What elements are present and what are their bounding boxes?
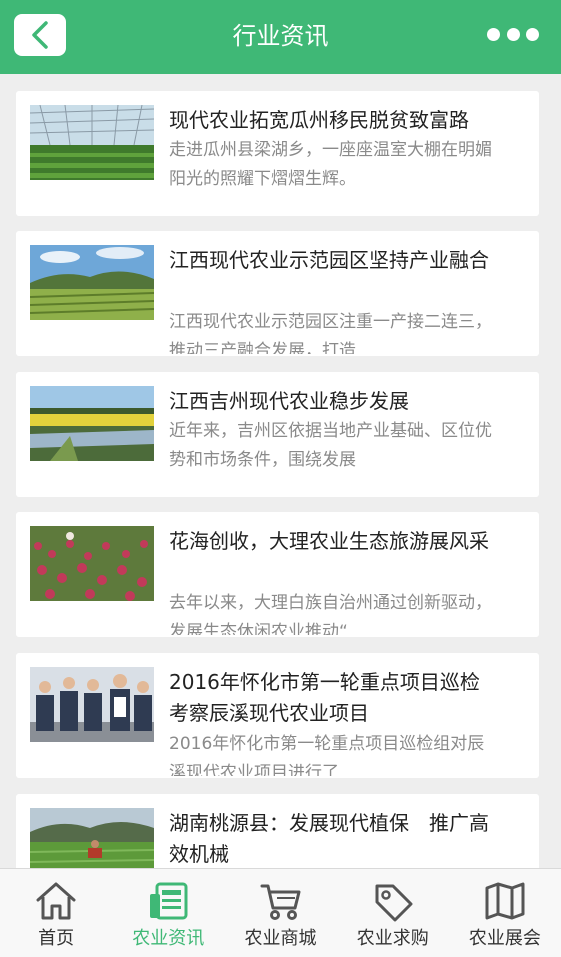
article-card[interactable]: 湖南桃源县：发展现代植保 推广高效机械: [16, 794, 539, 868]
news-icon: [145, 879, 191, 923]
header-bar: 行业资讯: [0, 0, 561, 74]
article-thumbnail: [30, 667, 154, 742]
tag-icon: [370, 879, 416, 923]
article-card[interactable]: 2016年怀化市第一轮重点项目巡检考察辰溪现代农业项目 2016年怀化市第一轮重…: [16, 653, 539, 778]
article-title: 2016年怀化市第一轮重点项目巡检考察辰溪现代农业项目: [169, 670, 480, 725]
article-title: 江西现代农业示范园区坚持产业融合: [169, 248, 489, 272]
article-title: 花海创收，大理农业生态旅游展风采: [169, 529, 489, 553]
article-thumbnail: [30, 386, 154, 461]
home-icon: [33, 879, 79, 923]
article-title: 现代农业拓宽瓜州移民脱贫致富路: [169, 108, 469, 132]
tab-news[interactable]: 农业资讯: [112, 869, 224, 957]
article-thumbnail: [30, 245, 154, 320]
article-summary: 近年来，吉州区依据当地产业基础、区位优势和市场条件，围绕发展: [169, 421, 492, 470]
article-card[interactable]: 花海创收，大理农业生态旅游展风采 去年以来，大理白族自治州通过创新驱动，发展生态…: [16, 512, 539, 637]
more-button[interactable]: [487, 24, 539, 44]
page-title: 行业资讯: [232, 22, 329, 50]
article-summary: 去年以来，大理白族自治州通过创新驱动，发展生态休闲农业推动“: [169, 593, 492, 635]
article-summary: 走进瓜州县梁湖乡，一座座温室大棚在明媚阳光的照耀下熠熠生辉。: [169, 140, 492, 189]
tab-purchase[interactable]: 农业求购: [337, 869, 449, 957]
article-title: 江西吉州现代农业稳步发展: [169, 389, 409, 413]
article-summary: 江西现代农业示范园区注重一产接二连三，推动三产融合发展，打造: [169, 312, 492, 354]
cart-icon: [258, 879, 304, 923]
tab-label: 农业资讯: [132, 928, 205, 949]
tab-label: 农业展会: [468, 928, 541, 949]
article-thumbnail: [30, 526, 154, 601]
article-card[interactable]: 江西现代农业示范园区坚持产业融合 江西现代农业示范园区注重一产接二连三，推动三产…: [16, 231, 539, 356]
tab-label: 首页: [38, 928, 75, 949]
tab-label: 农业商城: [244, 928, 317, 949]
tab-label: 农业求购: [356, 928, 429, 949]
article-thumbnail: [30, 105, 154, 180]
tab-mall[interactable]: 农业商城: [224, 869, 336, 957]
tab-expo[interactable]: 农业展会: [449, 869, 561, 957]
article-card[interactable]: 现代农业拓宽瓜州移民脱贫致富路 走进瓜州县梁湖乡，一座座温室大棚在明媚阳光的照耀…: [16, 91, 539, 216]
tab-home[interactable]: 首页: [0, 869, 112, 957]
map-icon: [482, 879, 528, 923]
article-thumbnail: [30, 808, 154, 868]
article-title: 湖南桃源县：发展现代植保 推广高效机械: [169, 811, 489, 866]
article-list[interactable]: 现代农业拓宽瓜州移民脱贫致富路 走进瓜州县梁湖乡，一座座温室大棚在明媚阳光的照耀…: [0, 74, 561, 868]
article-card[interactable]: 江西吉州现代农业稳步发展 近年来，吉州区依据当地产业基础、区位优势和市场条件，围…: [16, 372, 539, 497]
more-dots-icon: [487, 27, 500, 41]
bottom-tab-bar: 首页 农业资讯 农业商城 农业求购 农业展会: [0, 868, 561, 957]
article-summary: 2016年怀化市第一轮重点项目巡检组对辰溪现代农业项目进行了: [169, 734, 485, 776]
